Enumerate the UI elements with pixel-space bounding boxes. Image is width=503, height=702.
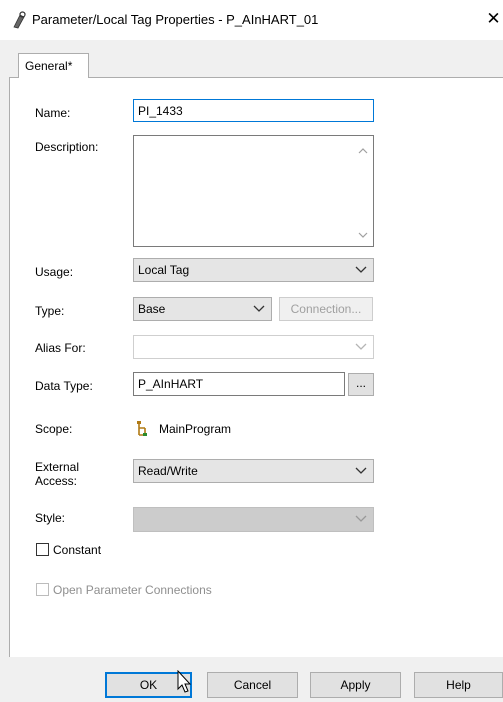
description-field[interactable]: [133, 135, 374, 247]
apply-button[interactable]: Apply: [310, 672, 401, 698]
browse-data-type-button[interactable]: ...: [348, 373, 374, 396]
style-label: Style:: [35, 511, 66, 525]
external-access-label-line1: External: [35, 460, 80, 474]
style-dropdown[interactable]: [133, 507, 374, 532]
name-field[interactable]: PI_1433: [133, 99, 374, 122]
title-bar: Parameter/Local Tag Properties - P_AInHA…: [0, 0, 503, 40]
scroll-up-icon[interactable]: [355, 144, 371, 158]
usage-label: Usage:: [35, 265, 74, 279]
cancel-button[interactable]: Cancel: [207, 672, 298, 698]
open-parameter-connections-checkbox[interactable]: [36, 583, 49, 596]
data-type-field[interactable]: P_AInHART: [133, 372, 345, 396]
connection-button[interactable]: Connection...: [279, 297, 373, 321]
scroll-down-icon[interactable]: [355, 228, 371, 242]
usage-dropdown[interactable]: Local Tag: [133, 258, 374, 282]
alias-for-label: Alias For:: [35, 341, 86, 355]
constant-label: Constant: [53, 543, 102, 557]
data-type-value: P_AInHART: [138, 377, 204, 391]
mouse-cursor-icon: [177, 670, 192, 693]
tag-properties-icon: [13, 11, 26, 29]
help-button[interactable]: Help: [414, 672, 503, 698]
type-value: Base: [138, 302, 166, 316]
external-access-value: Read/Write: [138, 464, 198, 478]
scope-value: MainProgram: [159, 422, 232, 436]
open-parameter-connections-label: Open Parameter Connections: [53, 583, 212, 597]
chevron-down-icon: [355, 515, 367, 522]
tab-general[interactable]: General*: [18, 53, 89, 78]
alias-for-dropdown[interactable]: [133, 335, 374, 359]
chevron-down-icon: [355, 343, 367, 350]
window-title: Parameter/Local Tag Properties - P_AInHA…: [32, 12, 319, 27]
program-icon: [137, 421, 147, 436]
usage-value: Local Tag: [138, 263, 190, 277]
close-icon[interactable]: ✕: [484, 8, 503, 30]
type-dropdown[interactable]: Base: [133, 297, 272, 321]
chevron-down-icon: [253, 305, 265, 312]
external-access-dropdown[interactable]: Read/Write: [133, 459, 374, 483]
external-access-label-line2: Access:: [35, 474, 78, 488]
scope-label: Scope:: [35, 422, 73, 436]
name-value: PI_1433: [138, 104, 183, 118]
chevron-down-icon: [355, 266, 367, 273]
name-label: Name:: [35, 106, 71, 120]
type-label: Type:: [35, 304, 65, 318]
tab-general-label: General*: [25, 59, 73, 73]
constant-checkbox[interactable]: [36, 543, 49, 556]
chevron-down-icon: [355, 467, 367, 474]
data-type-label: Data Type:: [35, 379, 93, 393]
description-label: Description:: [35, 140, 99, 154]
